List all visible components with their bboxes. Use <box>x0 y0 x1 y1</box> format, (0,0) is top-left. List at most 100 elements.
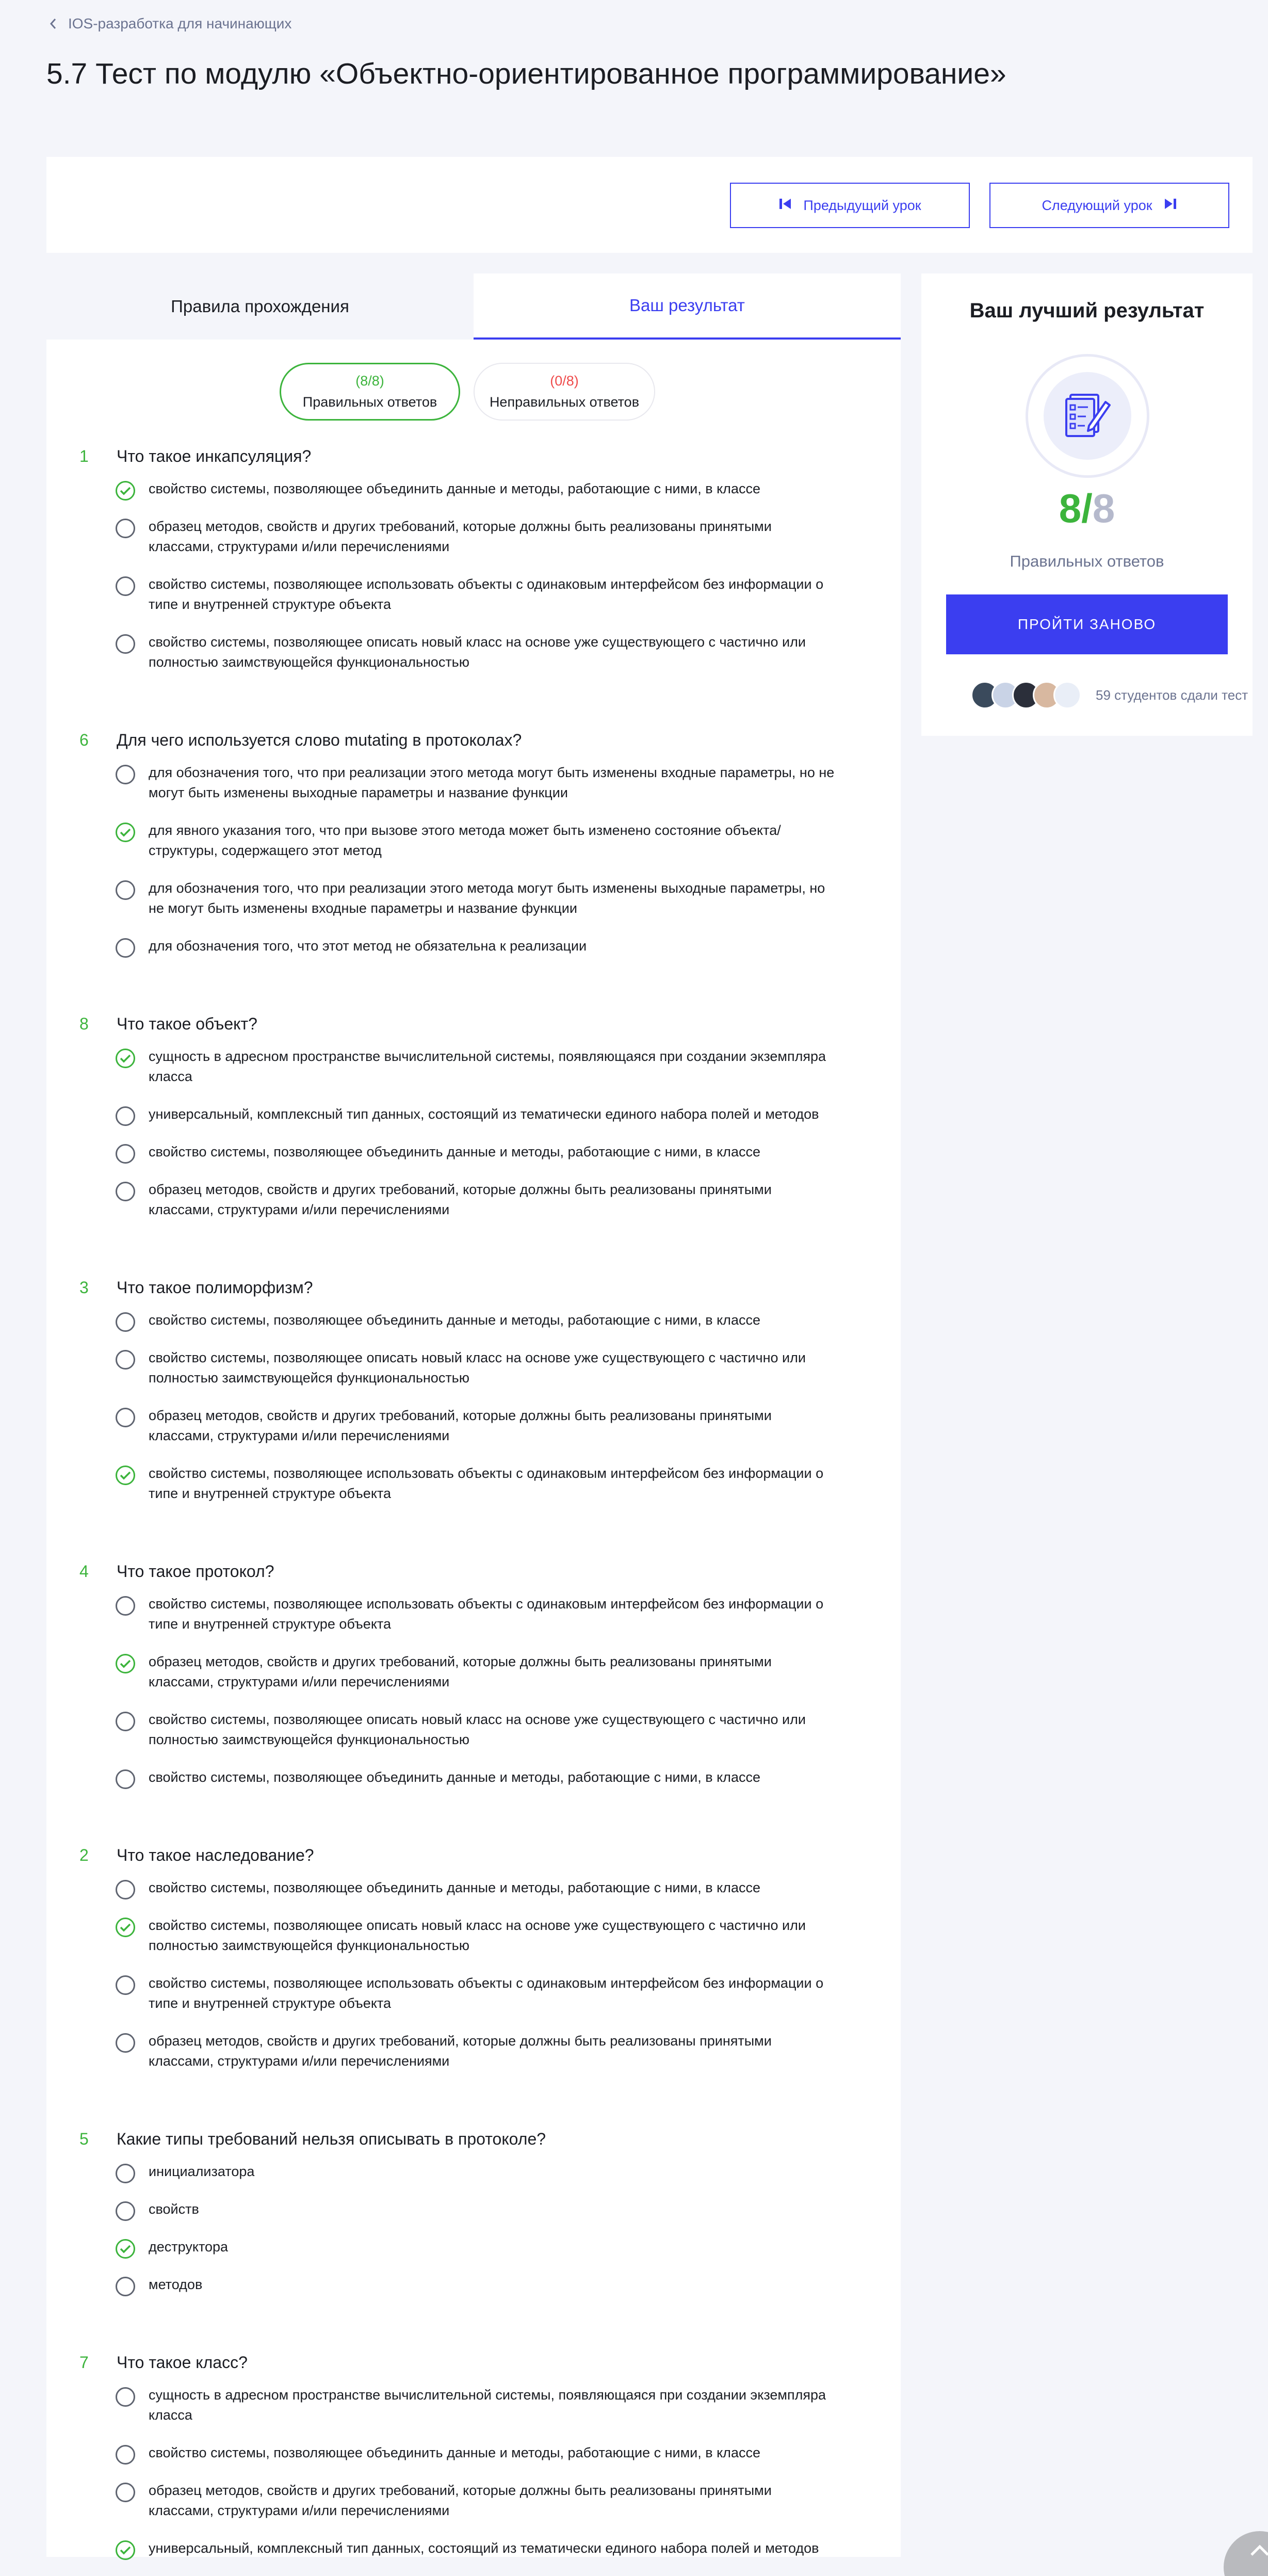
breadcrumb-link[interactable]: IOS-разработка для начинающих <box>68 15 291 32</box>
radio-button[interactable] <box>116 2387 135 2407</box>
check-circle-icon[interactable] <box>116 2239 135 2259</box>
answer-option[interactable]: для явного указания того, что при вызове… <box>116 823 848 861</box>
answer-option[interactable]: свойство системы, позволяющее описать но… <box>116 1712 848 1750</box>
wrong-answers-label: Неправильных ответов <box>489 394 640 410</box>
tab-result[interactable]: Ваш результат <box>474 273 901 340</box>
answer-option[interactable]: образец методов, свойств и других требов… <box>116 1408 848 1446</box>
answer-option[interactable]: свойство системы, позволяющее описать но… <box>116 634 848 672</box>
next-lesson-button[interactable]: Следующий урок <box>989 183 1229 228</box>
radio-button[interactable] <box>116 2201 135 2221</box>
check-circle-icon[interactable] <box>116 1049 135 1068</box>
answer-option[interactable]: для обозначения того, что при реализации… <box>116 765 848 803</box>
retry-test-button[interactable]: ПРОЙТИ ЗАНОВО <box>946 594 1228 654</box>
radio-button[interactable] <box>116 1596 135 1616</box>
answer-option[interactable]: свойство системы, позволяющее объединить… <box>116 1312 848 1332</box>
answer-option[interactable]: для обозначения того, что этот метод не … <box>116 938 848 958</box>
answer-option[interactable]: инициализатора <box>116 2164 848 2183</box>
check-circle-icon[interactable] <box>116 1918 135 1937</box>
answer-option[interactable]: деструктора <box>116 2239 848 2259</box>
avatar <box>1053 681 1081 709</box>
answer-option[interactable]: свойство системы, позволяющее объединить… <box>116 1769 848 1789</box>
radio-button[interactable] <box>116 1312 135 1332</box>
radio-button[interactable] <box>116 1880 135 1899</box>
radio-button[interactable] <box>116 1712 135 1731</box>
answer-option[interactable]: свойство системы, позволяющее описать но… <box>116 1350 848 1388</box>
radio-button[interactable] <box>116 1350 135 1370</box>
radio-button[interactable] <box>116 634 135 654</box>
answer-option[interactable]: для обозначения того, что при реализации… <box>116 880 848 919</box>
radio-button[interactable] <box>116 1975 135 1995</box>
question-text: Что такое объект? <box>117 1015 257 1033</box>
answer-option[interactable]: универсальный, комплексный тип данных, с… <box>116 2540 848 2560</box>
best-score-correct: 8 <box>1059 486 1082 531</box>
check-circle-icon[interactable] <box>116 2540 135 2560</box>
radio-button[interactable] <box>116 2483 135 2502</box>
answer-option[interactable]: свойство системы, позволяющее использова… <box>116 1466 848 1504</box>
answer-option-line: инициализатора <box>149 2164 255 2179</box>
radio-button[interactable] <box>116 765 135 784</box>
answer-option-text: свойство системы, позволяющее описать но… <box>149 632 806 672</box>
radio-button[interactable] <box>116 1106 135 1126</box>
radio-button[interactable] <box>116 1408 135 1427</box>
answer-option-text: свойство системы, позволяющее использова… <box>149 1463 823 1504</box>
wrong-answers-filter[interactable]: (0/8) Неправильных ответов <box>474 363 655 421</box>
answer-option[interactable]: образец методов, свойств и других требов… <box>116 1654 848 1692</box>
answer-option[interactable]: свойство системы, позволяющее объединить… <box>116 481 848 501</box>
check-circle-icon[interactable] <box>116 1654 135 1673</box>
radio-button[interactable] <box>116 1144 135 1164</box>
answer-option[interactable]: образец методов, свойств и других требов… <box>116 1182 848 1220</box>
test-badge <box>1026 354 1149 478</box>
avatar-group <box>971 681 1081 709</box>
check-circle-icon[interactable] <box>116 1466 135 1485</box>
answer-option[interactable]: свойство системы, позволяющее использова… <box>116 1975 848 2014</box>
breadcrumb[interactable]: IOS-разработка для начинающих <box>50 15 291 32</box>
answer-option[interactable]: сущность в адресном пространстве вычисли… <box>116 1049 848 1087</box>
previous-lesson-button[interactable]: Предыдущий урок <box>730 183 970 228</box>
question-text: Для чего используется слово mutating в п… <box>117 731 522 749</box>
answer-option[interactable]: универсальный, комплексный тип данных, с… <box>116 1106 848 1126</box>
answer-option[interactable]: свойство системы, позволяющее использова… <box>116 576 848 615</box>
radio-button[interactable] <box>116 576 135 596</box>
correct-answers-filter[interactable]: (8/8) Правильных ответов <box>280 363 460 421</box>
answer-option[interactable]: свойство системы, позволяющее описать но… <box>116 1918 848 1956</box>
answer-option-line: не могут быть изменены входные параметры… <box>149 900 577 916</box>
chevron-left-icon <box>50 18 57 29</box>
radio-button[interactable] <box>116 1769 135 1789</box>
question-number: 2 <box>79 1846 89 1864</box>
radio-button[interactable] <box>116 880 135 900</box>
answer-option[interactable]: сущность в адресном пространстве вычисли… <box>116 2387 848 2425</box>
radio-button[interactable] <box>116 2164 135 2183</box>
question-text: Какие типы требований нельзя описывать в… <box>117 2130 546 2148</box>
check-circle-icon[interactable] <box>116 481 135 501</box>
answer-option[interactable]: образец методов, свойств и других требов… <box>116 2483 848 2521</box>
answer-option-line: полностью заимствующейся функциональност… <box>149 1370 470 1386</box>
students-passed-text: 59 студентов сдали тест <box>1096 687 1248 703</box>
best-result-title: Ваш лучший результат <box>969 299 1205 322</box>
answer-option[interactable]: свойство системы, позволяющее объединить… <box>116 1880 848 1899</box>
best-score-label: Правильных ответов <box>1010 552 1164 570</box>
answer-option[interactable]: образец методов, свойств и других требов… <box>116 519 848 557</box>
radio-button[interactable] <box>116 519 135 538</box>
tab-rules[interactable]: Правила прохождения <box>46 273 474 340</box>
answer-option[interactable]: методов <box>116 2277 848 2296</box>
answer-option[interactable]: образец методов, свойств и других требов… <box>116 2033 848 2071</box>
answer-option-line: свойство системы, позволяющее объединить… <box>149 481 760 496</box>
answer-option[interactable]: свойство системы, позволяющее использова… <box>116 1596 848 1634</box>
answer-option[interactable]: свойство системы, позволяющее объединить… <box>116 2445 848 2465</box>
skip-back-icon <box>778 198 792 214</box>
previous-lesson-label: Предыдущий урок <box>803 197 921 213</box>
check-circle-icon[interactable] <box>116 823 135 842</box>
radio-button[interactable] <box>116 2445 135 2465</box>
scroll-to-top-button[interactable] <box>1224 2531 1268 2576</box>
tab-bar: Правила прохождения Ваш результат <box>46 273 901 340</box>
answer-option-text: для обозначения того, что при реализации… <box>149 878 825 919</box>
question-text: Что такое протокол? <box>117 1562 274 1581</box>
answer-option-line: для явного указания того, что при вызове… <box>149 823 781 838</box>
answer-option[interactable]: свойство системы, позволяющее объединить… <box>116 1144 848 1164</box>
radio-button[interactable] <box>116 938 135 958</box>
radio-button[interactable] <box>116 2033 135 2053</box>
radio-button[interactable] <box>116 1182 135 1201</box>
test-document-icon <box>1059 387 1116 446</box>
radio-button[interactable] <box>116 2277 135 2296</box>
answer-option[interactable]: свойств <box>116 2201 848 2221</box>
